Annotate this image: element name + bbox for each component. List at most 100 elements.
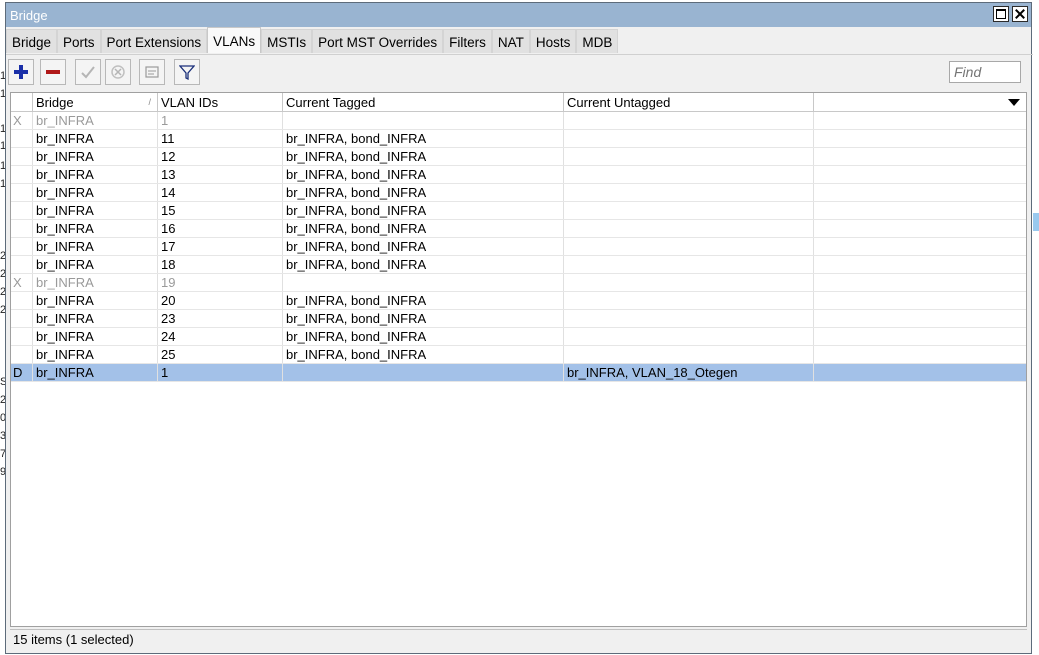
table-row[interactable]: Dbr_INFRA 1 br_INFRA, VLAN_18_Otegen [11, 364, 1026, 382]
plus-icon [14, 65, 28, 79]
row-current-tagged: br_INFRA, bond_INFRA [283, 184, 564, 201]
x-icon [111, 65, 125, 79]
table-row[interactable]: Xbr_INFRA 19 [11, 274, 1026, 292]
column-header-flags[interactable] [11, 93, 33, 112]
table-row[interactable]: br_INFRA 18 br_INFRA, bond_INFRA [11, 256, 1026, 274]
row-bridge: br_INFRA [33, 346, 158, 363]
row-flag [11, 256, 33, 273]
filter-icon [179, 65, 195, 80]
row-extra [814, 130, 1026, 147]
row-current-tagged: br_INFRA, bond_INFRA [283, 166, 564, 183]
row-bridge: br_INFRA [33, 310, 158, 327]
table-row[interactable]: br_INFRA 12 br_INFRA, bond_INFRA [11, 148, 1026, 166]
tab-bridge[interactable]: Bridge [6, 29, 58, 53]
table-row[interactable]: br_INFRA 13 br_INFRA, bond_INFRA [11, 166, 1026, 184]
add-button[interactable] [8, 59, 34, 85]
column-header-extra[interactable] [814, 93, 1026, 112]
row-extra [814, 346, 1026, 363]
row-flag [11, 238, 33, 255]
background-selection [1033, 213, 1039, 231]
row-bridge: br_INFRA [33, 184, 158, 201]
enable-button[interactable] [75, 59, 101, 85]
maximize-button[interactable] [993, 6, 1009, 22]
table-row[interactable]: br_INFRA 14 br_INFRA, bond_INFRA [11, 184, 1026, 202]
row-vlan-ids: 19 [158, 274, 283, 291]
row-extra [814, 112, 1026, 129]
tab-mdb[interactable]: MDB [576, 29, 619, 53]
table-body: Xbr_INFRA 1 br_INFRA 11 br_INFRA, bond_INFRA… [11, 112, 1026, 382]
table-row[interactable]: br_INFRA 16 br_INFRA, bond_INFRA [11, 220, 1026, 238]
row-bridge: br_INFRA [33, 256, 158, 273]
column-header-bridge-label: Bridge [36, 95, 74, 110]
disable-button[interactable] [105, 59, 131, 85]
row-flag [11, 292, 33, 309]
close-button[interactable] [1012, 6, 1028, 22]
column-header-current-tagged[interactable]: Current Tagged [283, 93, 564, 112]
row-current-untagged [564, 202, 814, 219]
remove-button[interactable] [40, 59, 66, 85]
comment-button[interactable] [139, 59, 165, 85]
row-current-tagged: br_INFRA, bond_INFRA [283, 310, 564, 327]
row-current-tagged [283, 112, 564, 129]
tab-port-extensions[interactable]: Port Extensions [100, 29, 208, 53]
row-flag [11, 310, 33, 327]
row-current-tagged: br_INFRA, bond_INFRA [283, 256, 564, 273]
title-bar[interactable]: Bridge [6, 3, 1031, 27]
row-extra [814, 166, 1026, 183]
minus-icon [46, 70, 60, 74]
row-vlan-ids: 14 [158, 184, 283, 201]
table-row[interactable]: Xbr_INFRA 1 [11, 112, 1026, 130]
row-extra [814, 238, 1026, 255]
table-row[interactable]: br_INFRA 23 br_INFRA, bond_INFRA [11, 310, 1026, 328]
tab-nat[interactable]: NAT [491, 29, 530, 53]
row-flag [11, 328, 33, 345]
row-vlan-ids: 25 [158, 346, 283, 363]
tab-hosts[interactable]: Hosts [529, 29, 577, 53]
row-bridge: br_INFRA [33, 166, 158, 183]
status-text: 15 items (1 selected) [13, 632, 134, 647]
row-bridge: br_INFRA [33, 220, 158, 237]
column-header-bridge[interactable]: Bridge / [33, 93, 158, 112]
filter-button[interactable] [174, 59, 200, 85]
table-row[interactable]: br_INFRA 15 br_INFRA, bond_INFRA [11, 202, 1026, 220]
row-vlan-ids: 13 [158, 166, 283, 183]
row-extra [814, 184, 1026, 201]
row-current-tagged: br_INFRA, bond_INFRA [283, 328, 564, 345]
row-current-untagged [564, 112, 814, 129]
table-row[interactable]: br_INFRA 11 br_INFRA, bond_INFRA [11, 130, 1026, 148]
tab-port-mst-overrides[interactable]: Port MST Overrides [312, 29, 444, 53]
row-flag [11, 166, 33, 183]
row-flag [11, 346, 33, 363]
table-row[interactable]: br_INFRA 20 br_INFRA, bond_INFRA [11, 292, 1026, 310]
row-bridge: br_INFRA [33, 130, 158, 147]
row-extra [814, 148, 1026, 165]
row-vlan-ids: 15 [158, 202, 283, 219]
window-title: Bridge [10, 8, 48, 23]
column-header-vlan-ids[interactable]: VLAN IDs [158, 93, 283, 112]
row-extra [814, 220, 1026, 237]
row-flag [11, 148, 33, 165]
tab-vlans[interactable]: VLANs [207, 27, 262, 53]
row-flag [11, 202, 33, 219]
tab-mstis[interactable]: MSTIs [261, 29, 313, 53]
table-row[interactable]: br_INFRA 25 br_INFRA, bond_INFRA [11, 346, 1026, 364]
row-bridge: br_INFRA [33, 274, 158, 291]
row-current-tagged: br_INFRA, bond_INFRA [283, 202, 564, 219]
table-row[interactable]: br_INFRA 17 br_INFRA, bond_INFRA [11, 238, 1026, 256]
row-current-untagged [564, 256, 814, 273]
row-vlan-ids: 17 [158, 238, 283, 255]
tab-ports[interactable]: Ports [57, 29, 101, 53]
vlan-table: Bridge / VLAN IDs Current Tagged Current… [10, 92, 1027, 627]
note-icon [145, 66, 159, 78]
row-vlan-ids: 23 [158, 310, 283, 327]
find-input[interactable] [949, 61, 1021, 83]
column-header-current-untagged[interactable]: Current Untagged [564, 93, 814, 112]
tab-filters[interactable]: Filters [443, 29, 492, 53]
row-vlan-ids: 20 [158, 292, 283, 309]
row-current-untagged [564, 148, 814, 165]
table-row[interactable]: br_INFRA 24 br_INFRA, bond_INFRA [11, 328, 1026, 346]
columns-dropdown-icon[interactable] [1004, 93, 1026, 111]
row-vlan-ids: 18 [158, 256, 283, 273]
row-current-tagged: br_INFRA, bond_INFRA [283, 148, 564, 165]
row-flag [11, 220, 33, 237]
